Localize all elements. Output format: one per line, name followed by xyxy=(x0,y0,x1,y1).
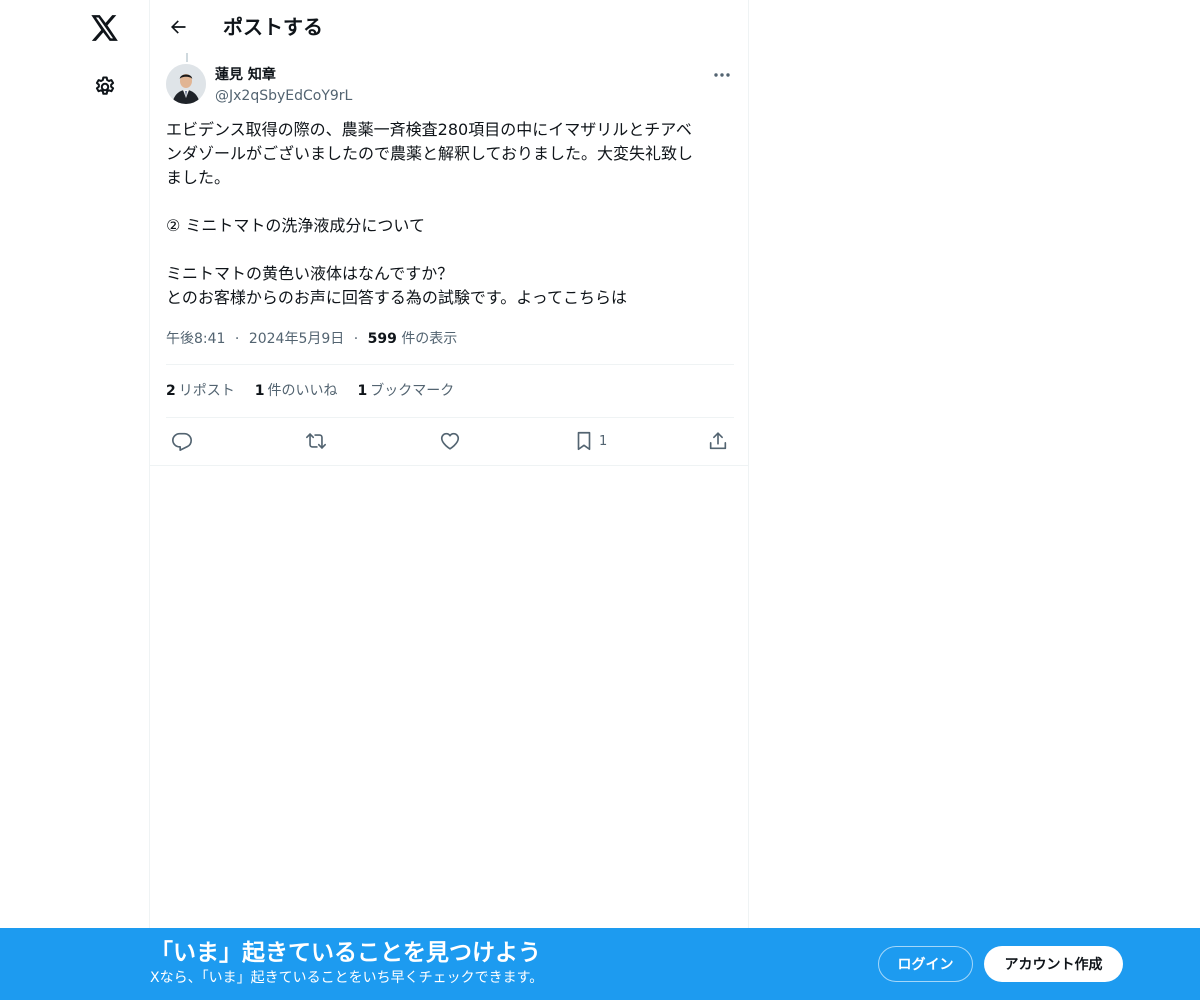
post-actions-bar: 1 xyxy=(150,420,748,464)
meta-separator: · xyxy=(353,331,359,347)
bookmarks-count: 1 xyxy=(357,383,368,399)
engagement-stats: 2 リポスト 1 件のいいね 1 ブックマーク xyxy=(166,381,454,401)
like-button[interactable] xyxy=(439,422,461,460)
bookmark-button[interactable]: 1 xyxy=(573,422,607,460)
x-logo-icon[interactable] xyxy=(80,3,130,53)
views-count: 599 xyxy=(367,331,397,347)
divider xyxy=(150,465,748,466)
x-logo-graphic xyxy=(91,15,118,41)
post-date[interactable]: 2024年5月9日 xyxy=(249,331,344,347)
settings-button[interactable] xyxy=(80,62,130,112)
likes-count: 1 xyxy=(254,383,265,399)
reposts-count: 2 xyxy=(166,383,176,399)
page-header: ポストする xyxy=(150,0,748,53)
arrow-left-icon xyxy=(171,20,186,34)
bookmark-icon xyxy=(577,431,591,451)
share-button[interactable] xyxy=(707,422,729,460)
create-account-button[interactable]: アカウント作成 xyxy=(984,946,1123,982)
thread-connector-line xyxy=(186,53,188,62)
repost-button[interactable] xyxy=(305,422,327,460)
post-text-line: とのお客様からのお声に回答する為の試験です。よってこちらは xyxy=(166,288,627,307)
bookmarks-stat[interactable]: 1 ブックマーク xyxy=(358,381,455,401)
author-handle[interactable]: @Jx2qSbyEdCoY9rL xyxy=(215,87,352,105)
back-button[interactable] xyxy=(160,9,196,45)
post-text-line: ました。 xyxy=(166,168,231,187)
reposts-stat[interactable]: 2 リポスト xyxy=(166,381,235,401)
page-title: ポストする xyxy=(223,15,323,39)
likes-stat[interactable]: 1 件のいいね xyxy=(255,381,338,401)
post-text-line: エビデンス取得の際の、農薬一斉検査280項目の中にイマザリルとチアベ xyxy=(166,120,692,139)
heart-icon xyxy=(440,432,460,450)
post-metadata: 午後8:41 · 2024年5月9日 · 599 件の表示 xyxy=(166,329,457,349)
banner-subtitle: Xなら、「いま」起きていることをいち早くチェックできます。 xyxy=(150,970,544,986)
app-root: ポストする 蓮見 知章 @Jx2qSbyEdCoY9rL エビデンス取得の際の、… xyxy=(0,0,1200,1000)
divider xyxy=(166,364,734,365)
post-text-line: ンダゾールがございましたので農薬と解釈しておりました。大変失礼致し xyxy=(166,144,694,163)
avatar[interactable] xyxy=(166,64,206,104)
gear-icon xyxy=(95,76,115,95)
author-name[interactable]: 蓮見 知章 xyxy=(215,66,276,84)
more-dots-icon xyxy=(714,73,730,77)
bookmark-count: 1 xyxy=(599,433,608,449)
reply-button[interactable] xyxy=(171,422,193,460)
repost-icon xyxy=(306,433,326,449)
avatar-image xyxy=(166,64,206,104)
post-text-blank-line xyxy=(166,190,736,214)
post-text-blank-line xyxy=(166,238,736,262)
meta-separator: · xyxy=(234,331,240,347)
likes-label: 件のいいね xyxy=(267,383,338,399)
divider xyxy=(166,417,734,418)
reposts-label: リポスト xyxy=(178,383,235,399)
more-options-button[interactable] xyxy=(706,63,738,87)
post-time[interactable]: 午後8:41 xyxy=(166,331,225,347)
post-text-line: ミニトマトの黄色い液体はなんですか？ xyxy=(166,264,454,283)
post-text-line: ② ミニトマトの洗浄液成分について xyxy=(166,216,425,235)
bookmarks-label: ブックマーク xyxy=(370,383,455,399)
login-button[interactable]: ログイン xyxy=(878,946,973,982)
share-icon xyxy=(709,432,727,450)
main-column: ポストする 蓮見 知章 @Jx2qSbyEdCoY9rL エビデンス取得の際の、… xyxy=(149,0,749,1000)
post-text: エビデンス取得の際の、農薬一斉検査280項目の中にイマザリルとチアベ ンダゾール… xyxy=(166,118,736,310)
banner-title: 「いま」起きていることを見つけよう xyxy=(150,940,541,966)
login-banner: 「いま」起きていることを見つけよう Xなら、「いま」起きていることをいち早くチェ… xyxy=(0,928,1200,1000)
views-label: 件の表示 xyxy=(401,331,458,347)
reply-icon xyxy=(172,432,192,451)
